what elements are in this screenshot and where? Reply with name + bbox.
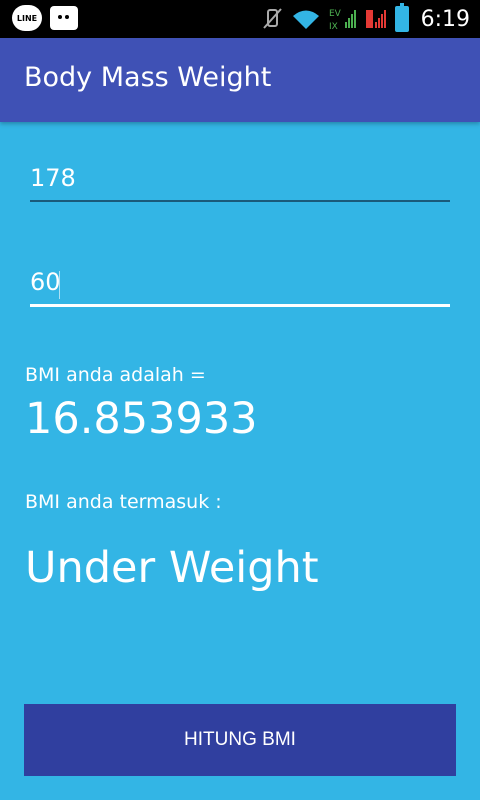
weight-field-underline [30, 304, 450, 307]
weight-input-value[interactable]: 60 [30, 268, 61, 296]
text-cursor [59, 271, 60, 299]
notification-icons: LINE [12, 5, 78, 31]
wifi-icon [292, 10, 319, 29]
weight-field[interactable]: 60 [30, 268, 450, 310]
status-bar: LINE EV IX 6:19 [0, 0, 480, 38]
line-app-icon: LINE [12, 5, 42, 31]
clock: 6:19 [420, 6, 470, 32]
height-field-underline [30, 200, 450, 202]
system-icons: EV IX 6:19 [261, 3, 470, 34]
battery-icon [394, 3, 409, 32]
signal-strength-icon [365, 10, 386, 28]
message-icon [50, 6, 78, 30]
app-bar: Body Mass Weight [0, 38, 480, 122]
calculate-bmi-button[interactable]: HITUNG BMI [24, 704, 456, 776]
network-label-ev: EV [329, 9, 342, 19]
height-input-value[interactable]: 178 [30, 164, 76, 192]
bmi-label: BMI anda adalah = [25, 364, 206, 386]
category-label: BMI anda termasuk : [25, 491, 222, 513]
app-title: Body Mass Weight [24, 62, 272, 93]
height-field[interactable]: 178 [30, 164, 450, 206]
network-label-ix: IX [329, 22, 338, 32]
bmi-value: 16.853933 [25, 394, 258, 444]
category-value: Under Weight [25, 543, 319, 593]
vibrate-mute-icon [262, 8, 282, 29]
signal-icon: EV IX [329, 9, 356, 32]
